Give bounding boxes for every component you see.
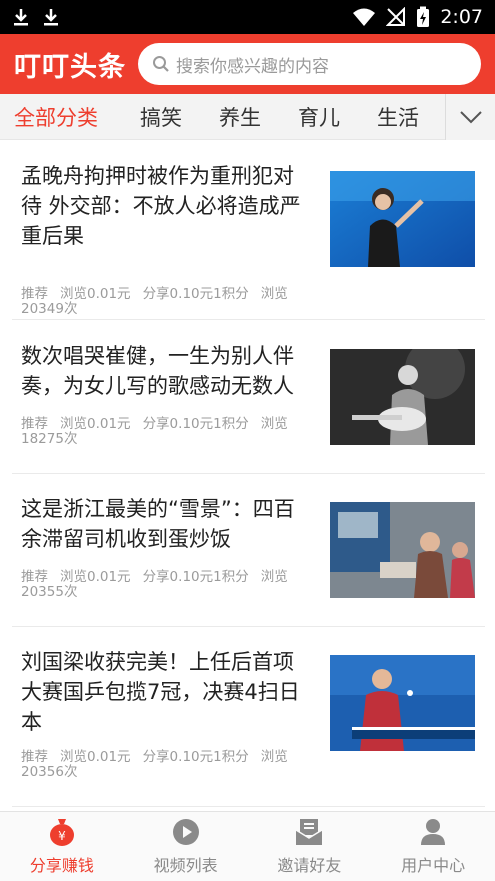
bottom-navigation: ¥ 分享赚钱 视频列表 邀请好友 用户中心 [0,811,495,881]
chevron-down-icon [459,111,482,124]
nav-video-list[interactable]: 视频列表 [124,812,248,881]
tab-life[interactable]: 生活 [377,102,419,132]
article-browse-reward: 浏览0.01元 [60,569,131,585]
article-meta: 推荐 浏览0.01元 分享0.10元1积分 浏览18275次 [21,417,311,447]
tab-all[interactable]: 全部分类 [14,102,98,132]
article-share-reward: 分享0.10元1积分 [142,749,249,765]
list-item[interactable]: 刘国梁收获完美！上任后首项大赛国乒包揽7冠，决赛4扫日本 推荐 浏览0.01元 分享… [12,647,485,807]
app-header: 叮叮头条 搜索你感兴趣的内容 [0,34,495,94]
money-bag-icon: ¥ [49,818,74,846]
tab-funny[interactable]: 搞笑 [140,102,182,132]
article-thumbnail [330,171,475,267]
article-share-reward: 分享0.10元1积分 [142,569,249,585]
article-tag: 推荐 [21,569,48,585]
nav-user-center[interactable]: 用户中心 [371,812,495,881]
download-icon [44,9,58,26]
list-item[interactable]: 孟晚舟拘押时被作为重刑犯对待 外交部：不放人必将造成严重后果 推荐 浏览0.01元… [12,161,485,320]
article-thumbnail [330,655,475,751]
tab-health[interactable]: 养生 [219,102,261,132]
status-right: 2:07 [352,6,483,28]
article-title: 刘国梁收获完美！上任后首项大赛国乒包揽7冠，决赛4扫日本 [21,650,300,734]
wifi-icon [353,8,376,26]
svg-text:¥: ¥ [58,829,66,843]
article-thumbnail [330,349,475,445]
search-placeholder: 搜索你感兴趣的内容 [176,56,329,77]
nav-label: 用户中心 [401,855,466,875]
no-signal-icon [386,7,406,26]
article-browse-reward: 浏览0.01元 [60,749,131,765]
category-tabs: 全部分类 搞笑 养生 育儿 生活 [0,94,495,140]
article-title: 孟晚舟拘押时被作为重刑犯对待 外交部：不放人必将造成严重后果 [21,164,301,248]
article-tag: 推荐 [21,416,48,432]
search-icon [153,56,169,72]
article-tag: 推荐 [21,286,48,302]
nav-share-earn[interactable]: ¥ 分享赚钱 [0,812,124,881]
article-meta: 推荐 浏览0.01元 分享0.10元1积分 浏览20355次 [21,570,311,600]
nav-label: 视频列表 [153,855,218,875]
play-icon [172,818,199,845]
article-title: 这是浙江最美的“雪景”：四百余滞留司机收到蛋炒饭 [21,497,295,551]
app-title: 叮叮头条 [14,51,126,83]
article-browse-reward: 浏览0.01元 [60,286,131,302]
article-tag: 推荐 [21,749,48,765]
article-share-reward: 分享0.10元1积分 [142,286,249,302]
tab-parenting[interactable]: 育儿 [298,102,340,132]
article-meta: 推荐 浏览0.01元 分享0.10元1积分 浏览20349次 [21,287,311,317]
battery-charging-icon [417,6,430,27]
news-feed: 孟晚舟拘押时被作为重刑犯对待 外交部：不放人必将造成严重后果 推荐 浏览0.01元… [0,141,495,811]
article-title: 数次唱哭崔健，一生为别人伴奏，为女儿写的歌感动无数人 [21,344,294,398]
article-share-reward: 分享0.10元1积分 [142,416,249,432]
list-item[interactable]: 数次唱哭崔健，一生为别人伴奏，为女儿写的歌感动无数人 推荐 浏览0.01元 分享0.… [12,341,485,474]
list-item[interactable]: 这是浙江最美的“雪景”：四百余滞留司机收到蛋炒饭 推荐 浏览0.01元 分享0.10… [12,494,485,627]
nav-invite-friends[interactable]: 邀请好友 [248,812,372,881]
mail-icon [295,818,323,845]
status-time: 2:07 [440,6,483,28]
user-icon [421,818,446,845]
tab-more-button[interactable] [445,94,495,140]
article-meta: 推荐 浏览0.01元 分享0.10元1积分 浏览20356次 [21,750,311,780]
status-bar: 2:07 [0,0,495,34]
nav-label: 分享赚钱 [29,855,94,875]
article-thumbnail [330,502,475,598]
search-input[interactable]: 搜索你感兴趣的内容 [138,43,481,85]
nav-label: 邀请好友 [277,855,342,875]
download-icon [14,9,28,26]
status-left [12,7,60,27]
article-browse-reward: 浏览0.01元 [60,416,131,432]
